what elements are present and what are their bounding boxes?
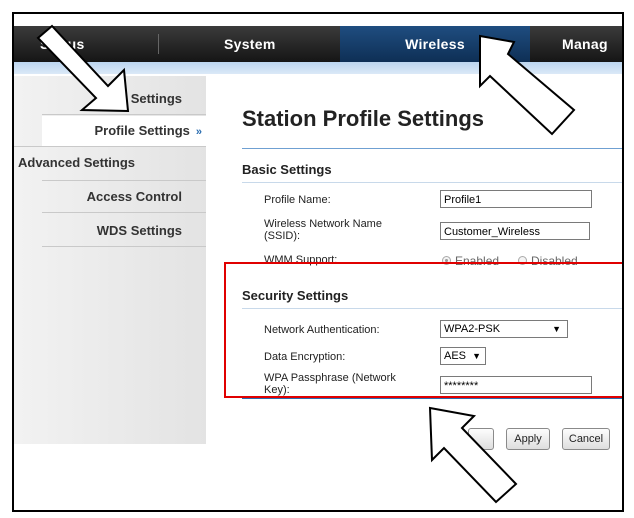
screenshot-frame: Status System Wireless Manag ic Settings… (12, 12, 624, 512)
pointer-arrow-icon (36, 24, 130, 113)
annotation-arrows (36, 24, 576, 504)
pointer-arrow-icon (479, 34, 576, 136)
pointer-arrow-icon (428, 406, 518, 504)
